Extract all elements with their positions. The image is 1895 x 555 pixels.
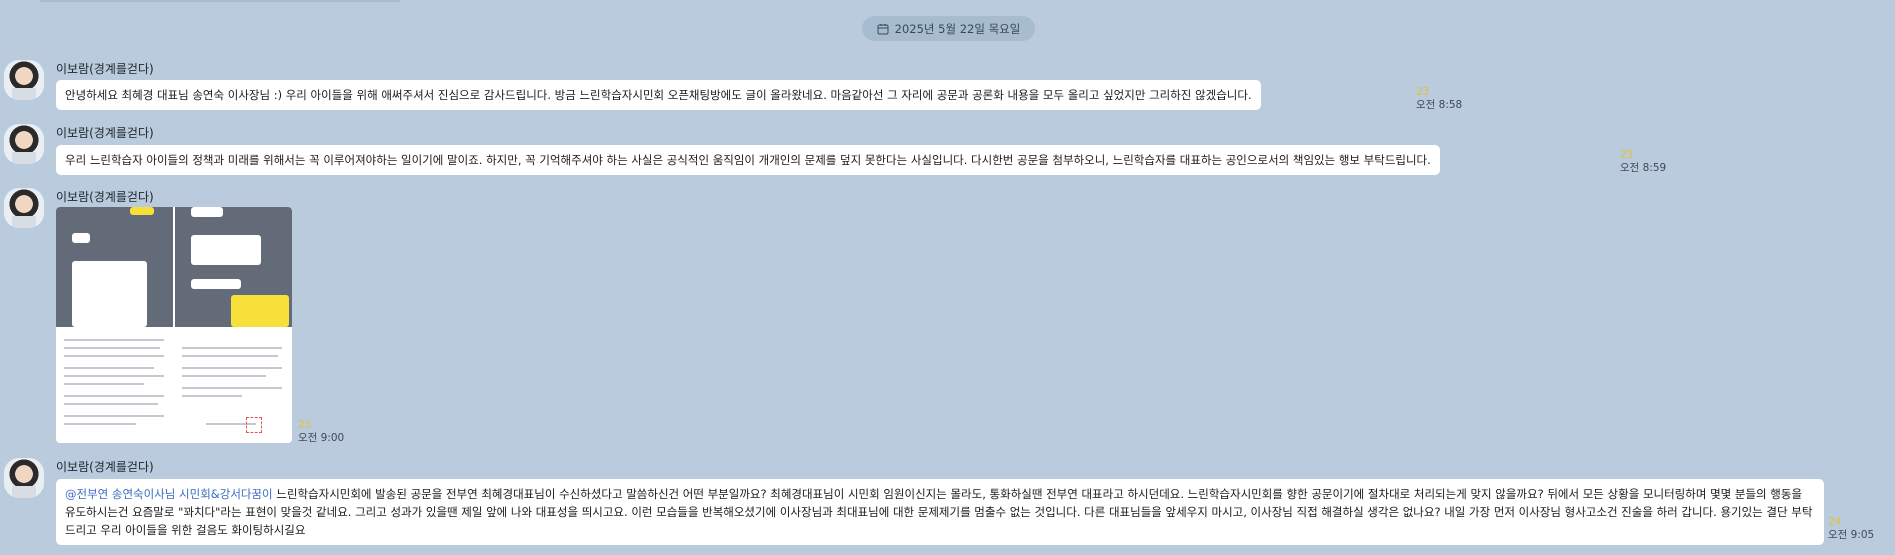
sender-name: 이보람(경계를걷다) [56, 460, 154, 474]
unread-count: 23 [1620, 149, 1634, 161]
seal-stamp [246, 417, 262, 433]
message-time: 오전 9:05 [1828, 529, 1875, 541]
calendar-icon [877, 23, 889, 34]
date-separator: 2025년 5월 22일 목요일 [862, 16, 1035, 41]
previous-content-divider [40, 0, 400, 2]
avatar[interactable] [4, 188, 44, 228]
unread-count: 24 [1828, 516, 1842, 528]
message-meta: 23 오전 9:00 [298, 419, 344, 445]
date-label: 2025년 5월 22일 목요일 [894, 21, 1021, 36]
message-bubble[interactable]: @전부연 송연숙이사님 시민회&강서다꿈이 느린학습자시민회에 발송된 공문을 … [56, 479, 1824, 545]
unread-count: 23 [298, 419, 312, 431]
message-meta: 24 오전 9:05 [1828, 516, 1874, 542]
image-attachment[interactable] [56, 207, 292, 443]
message-bubble[interactable]: 안녕하세요 최혜경 대표님 송연숙 이사장님 :) 우리 아이들을 위해 애써주… [56, 80, 1261, 110]
avatar[interactable] [4, 458, 44, 498]
sender-name: 이보람(경계를걷다) [56, 190, 154, 204]
message-bubble[interactable]: 우리 느린학습자 아이들의 정책과 미래를 위해서는 꼭 이루어져야하는 일이기… [56, 145, 1440, 175]
message-text: 느린학습자시민회에 발송된 공문을 전부연 최혜경대표님이 수신하셨다고 말씀하… [65, 487, 1813, 537]
chat-screenshot-left [56, 207, 173, 327]
message-time: 오전 9:00 [298, 432, 345, 444]
sender-name: 이보람(경계를걷다) [56, 126, 154, 140]
avatar[interactable] [4, 60, 44, 100]
sender-name: 이보람(경계를걷다) [56, 62, 154, 76]
mention-link[interactable]: @전부연 송연숙이사님 시민회&강서다꿈이 [65, 487, 273, 501]
chat-screenshot-right [175, 207, 292, 327]
message-meta: 23 오전 8:59 [1620, 149, 1666, 175]
message-time: 오전 8:59 [1620, 162, 1667, 174]
message-time: 오전 8:58 [1416, 99, 1463, 111]
message-meta: 23 오전 8:58 [1416, 86, 1462, 112]
unread-count: 23 [1416, 86, 1430, 98]
avatar[interactable] [4, 124, 44, 164]
